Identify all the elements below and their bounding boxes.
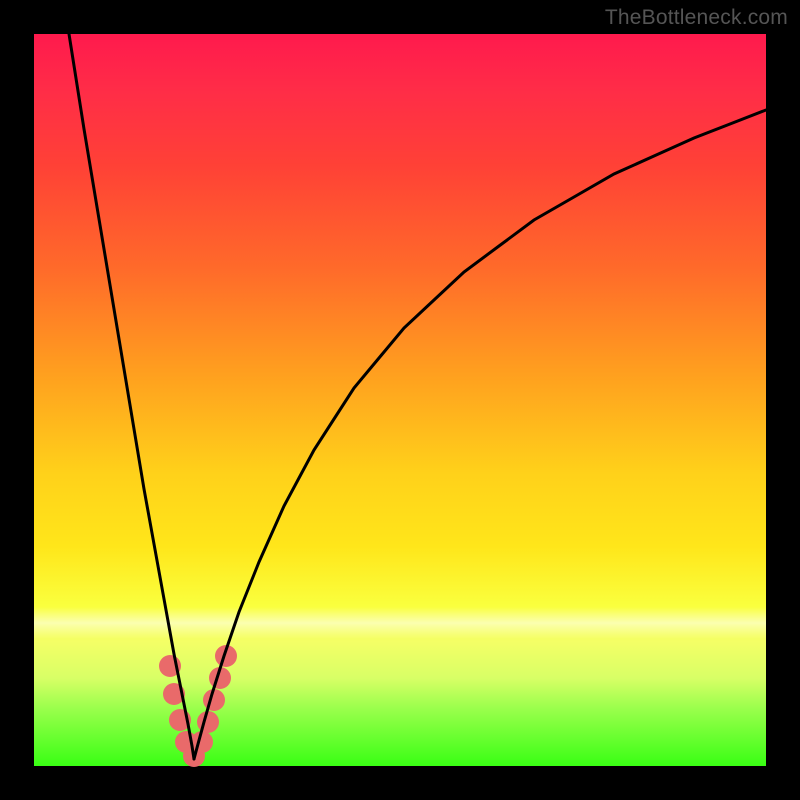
valley-dot bbox=[209, 667, 231, 689]
curve-left-branch bbox=[69, 34, 194, 759]
curve-layer bbox=[34, 34, 766, 766]
valley-dots-group bbox=[159, 645, 237, 767]
valley-dot bbox=[183, 745, 205, 767]
valley-dot bbox=[169, 709, 191, 731]
plot-area bbox=[34, 34, 766, 766]
valley-dot bbox=[163, 683, 185, 705]
valley-dot bbox=[203, 689, 225, 711]
watermark-text: TheBottleneck.com bbox=[605, 6, 788, 30]
chart-frame: TheBottleneck.com bbox=[0, 0, 800, 800]
highlight-band bbox=[34, 607, 766, 639]
valley-dot bbox=[175, 731, 197, 753]
valley-dot bbox=[215, 645, 237, 667]
valley-dot bbox=[191, 731, 213, 753]
valley-dot bbox=[159, 655, 181, 677]
valley-dot bbox=[197, 711, 219, 733]
curve-right-branch bbox=[194, 110, 766, 759]
